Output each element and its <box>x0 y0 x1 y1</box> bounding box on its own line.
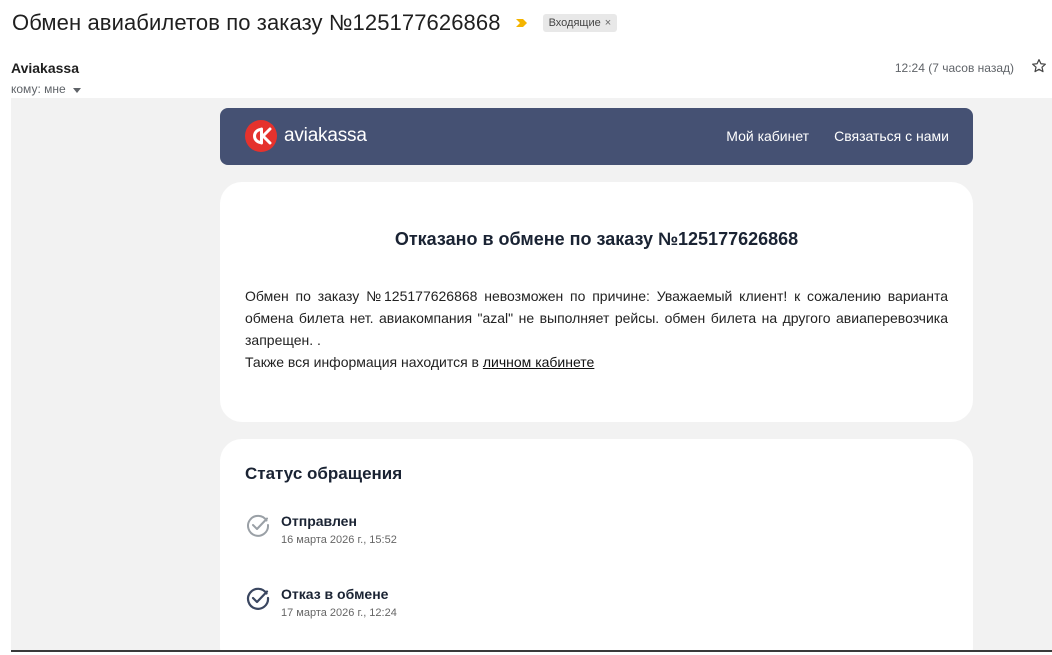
aviakassa-header: aviakassa Мой кабинет Связаться с нами <box>220 108 973 165</box>
exchange-refusal-card: Отказано в обмене по заказу №12517762686… <box>220 182 973 422</box>
check-circle-icon <box>246 587 270 610</box>
my-account-link[interactable]: Мой кабинет <box>726 128 809 144</box>
email-body: aviakassa Мой кабинет Связаться с нами О… <box>11 98 1052 652</box>
request-status-card: Статус обращения Отправлен 16 марта 2026… <box>220 439 973 652</box>
check-circle-icon <box>247 514 270 537</box>
importance-marker-icon[interactable] <box>515 16 529 30</box>
recipient-text: кому: мне <box>11 82 66 96</box>
aviakassa-brand-text[interactable]: aviakassa <box>284 125 367 147</box>
status-date: 16 марта 2026 г., 15:52 <box>281 534 397 546</box>
email-subject: Обмен авиабилетов по заказу №12517762686… <box>12 10 501 35</box>
refusal-reason-text: Обмен по заказу №125177626868 невозможен… <box>245 288 948 348</box>
status-item-text: Отказ в обмене 17 марта 2026 г., 12:24 <box>281 585 397 619</box>
chevron-down-icon[interactable] <box>72 87 81 93</box>
aviakassa-logo-icon[interactable] <box>245 120 277 152</box>
status-label: Отправлен <box>281 513 357 529</box>
refusal-title: Отказано в обмене по заказу №12517762686… <box>394 229 799 249</box>
status-item-refused: Отказ в обмене 17 марта 2026 г., 12:24 <box>245 585 397 619</box>
inbox-label-chip[interactable]: Входящие × <box>542 14 618 32</box>
contact-us-link[interactable]: Связаться с нами <box>834 128 949 144</box>
recipient-details-toggle[interactable]: кому: мне <box>11 82 81 96</box>
status-date: 17 марта 2026 г., 12:24 <box>281 607 397 619</box>
star-icon[interactable] <box>1030 57 1048 75</box>
bottom-divider <box>11 650 1052 652</box>
status-item-text: Отправлен 16 марта 2026 г., 15:52 <box>281 512 397 546</box>
refusal-message: Обмен по заказу №125177626868 невозможен… <box>245 285 948 373</box>
info-prefix-text: Также вся информация находится в <box>245 354 479 370</box>
email-timestamp: 12:24 (7 часов назад) <box>894 61 1014 75</box>
email-subject-row: Обмен авиабилетов по заказу №12517762686… <box>12 6 618 40</box>
remove-label-icon[interactable]: × <box>605 17 611 29</box>
header-nav: Мой кабинет Связаться с нами <box>726 128 949 144</box>
inbox-label-text: Входящие <box>548 17 601 29</box>
status-item-sent: Отправлен 16 марта 2026 г., 15:52 <box>245 512 397 546</box>
status-label: Отказ в обмене <box>281 586 389 602</box>
personal-account-link[interactable]: личном кабинете <box>483 354 594 370</box>
status-title: Статус обращения <box>245 464 403 483</box>
sender-name[interactable]: Aviakassa <box>11 60 79 76</box>
